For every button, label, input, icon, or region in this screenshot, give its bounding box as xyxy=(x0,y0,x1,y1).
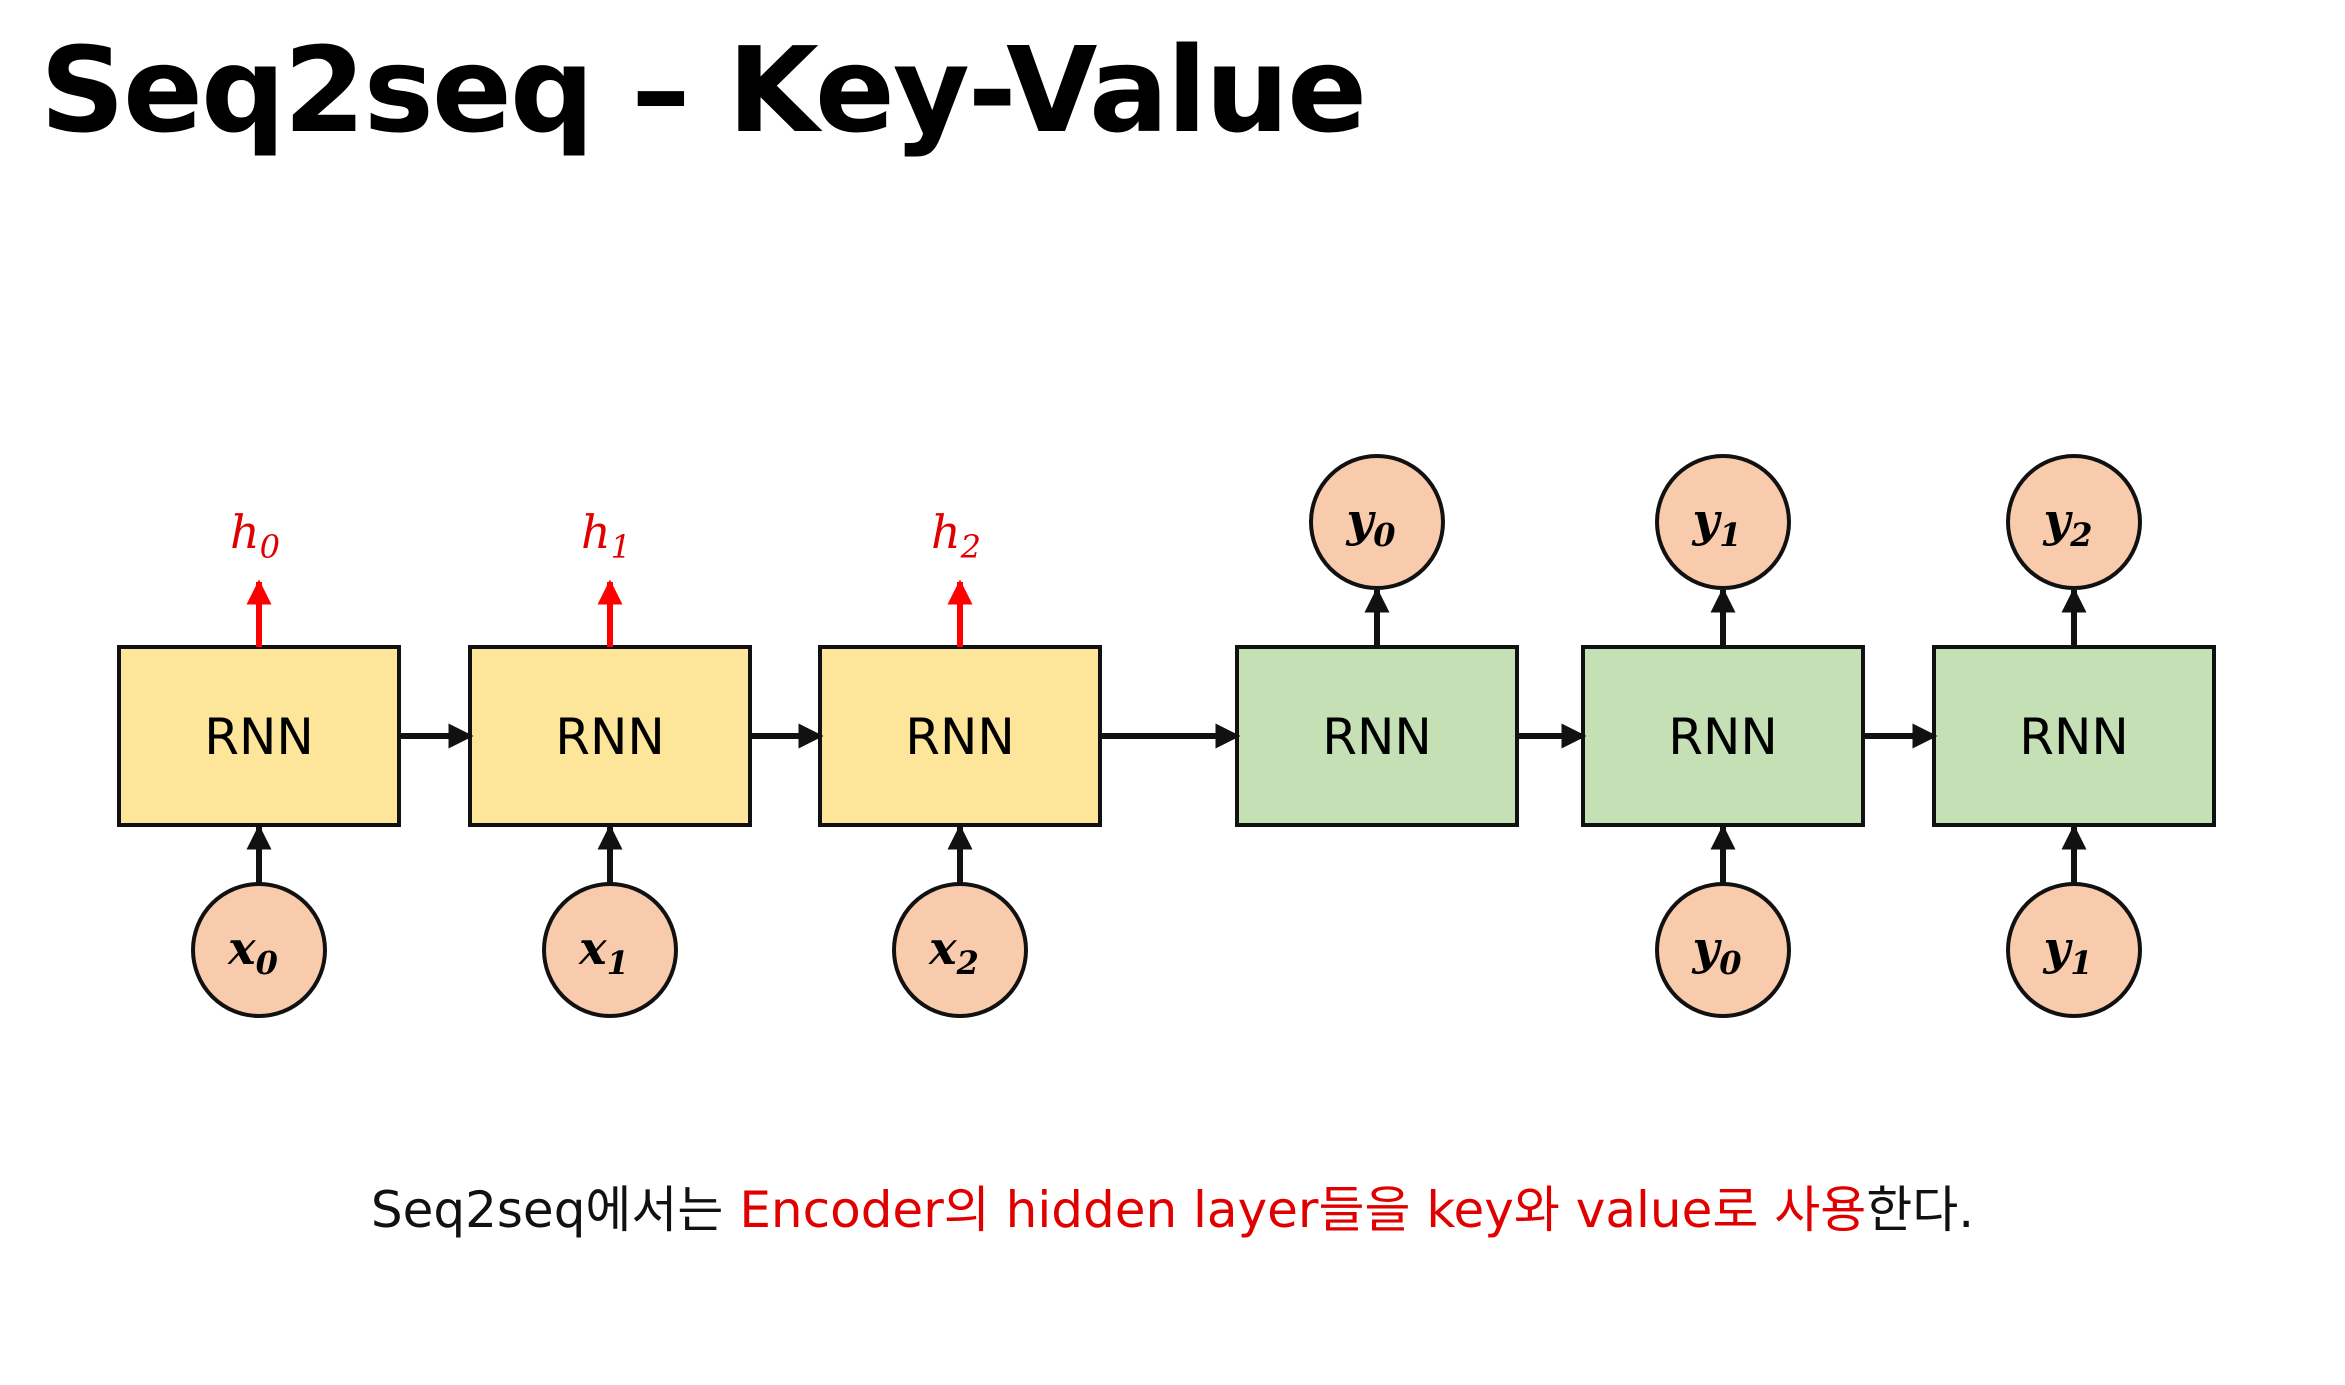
decoder-rnn-0-label: RNN xyxy=(1322,708,1432,766)
decoder-rnn-1-label: RNN xyxy=(1668,708,1778,766)
hidden-label-2: h2 xyxy=(931,505,981,566)
caption: Seq2seq에서는 Encoder의 hidden layer들을 key와 … xyxy=(0,1170,2345,1242)
caption-suffix: 한다. xyxy=(1866,1181,1975,1239)
hidden-label-0: h0 xyxy=(230,505,280,566)
encoder-rnn-1-label: RNN xyxy=(555,708,665,766)
hidden-label-1: h1 xyxy=(581,505,631,566)
caption-highlight: Encoder의 hidden layer들을 key와 value로 사용 xyxy=(739,1181,1867,1239)
encoder-rnn-0-label: RNN xyxy=(204,708,314,766)
encoder-rnn-2-label: RNN xyxy=(905,708,1015,766)
decoder-rnn-2-label: RNN xyxy=(2019,708,2129,766)
caption-prefix: Seq2seq에서는 xyxy=(370,1181,740,1239)
